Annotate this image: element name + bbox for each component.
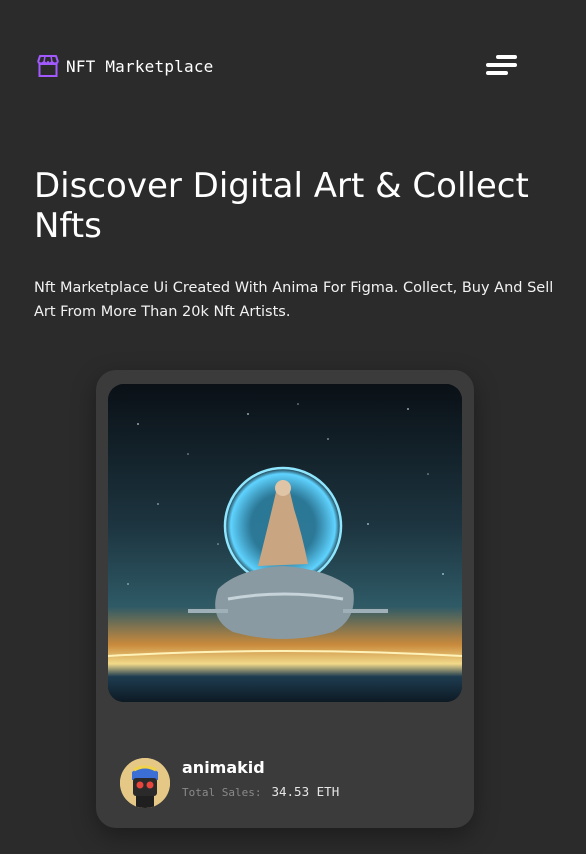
total-sales: Total Sales: 34.53 ETH	[182, 784, 339, 799]
artist-info: animakid Total Sales: 34.53 ETH	[120, 758, 450, 808]
hero-subtitle: Nft Marketplace Ui Created With Anima Fo…	[34, 280, 554, 320]
brand-logo[interactable]: NFT Marketplace	[34, 51, 214, 81]
storefront-icon	[37, 55, 59, 77]
brand-name: NFT Marketplace	[66, 56, 214, 76]
hamburger-menu-icon	[486, 55, 517, 75]
artist-name[interactable]: animakid	[182, 758, 265, 777]
header: NFT Marketplace	[34, 51, 518, 81]
page: NFT Marketplace Discover Digital Art & C…	[0, 0, 586, 854]
total-sales-value: 34.53 ETH	[271, 784, 340, 799]
total-sales-label: Total Sales:	[182, 786, 262, 799]
nft-artwork-image[interactable]	[108, 384, 462, 702]
artist-avatar[interactable]	[120, 758, 170, 808]
space-astronaut-artwork	[108, 384, 462, 702]
menu-button[interactable]	[484, 51, 518, 81]
featured-nft-card[interactable]: animakid Total Sales: 34.53 ETH	[96, 370, 474, 828]
robot-avatar-icon	[120, 758, 170, 808]
hero-title: Discover Digital Art & Collect Nfts	[34, 166, 529, 246]
